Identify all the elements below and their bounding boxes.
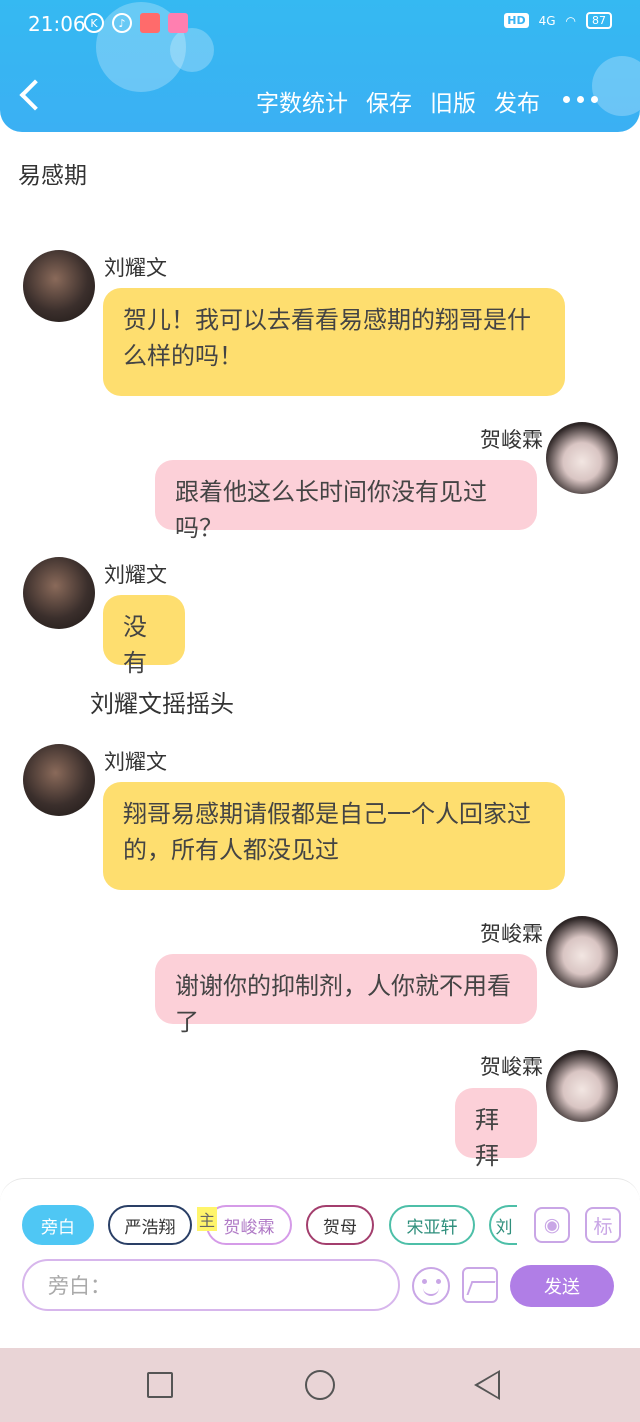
system-status: HD 4G ◠ 87 [504,12,612,29]
sender-name: 刘耀文 [104,256,167,280]
character-chip[interactable]: 严浩翔 [108,1205,192,1245]
publish-button[interactable]: 发布 [494,84,540,118]
recent-apps-icon[interactable] [147,1372,173,1398]
message-bubble[interactable]: 谢谢你的抑制剂，人你就不用看了 [155,954,537,1036]
narration-text[interactable]: 刘耀文摇摇头 [90,684,234,719]
sender-name: 贺峻霖 [480,428,543,452]
message-input[interactable]: 旁白： [22,1259,400,1311]
status-time: 21:06 [28,12,86,36]
notification-icons: K ♪ [84,13,188,33]
app-header: 21:06 K ♪ HD 4G ◠ 87 字数统计 保存 旧版 发布 [0,0,640,132]
word-count-button[interactable]: 字数统计 [256,84,348,118]
message-bubble[interactable]: 翔哥易感期请假都是自己一个人回家过的，所有人都没见过 [103,782,565,890]
music-icon: ♪ [112,13,132,33]
more-icon[interactable] [563,96,598,103]
avatar[interactable] [546,1050,618,1122]
network-label: 4G [538,13,556,28]
character-chip[interactable]: 宋亚轩 [389,1205,475,1245]
app-icon [140,13,160,33]
message-bubble[interactable]: 跟着他这么长时间你没有见过吗？ [155,460,537,542]
page-title: 易感期 [18,163,87,189]
nav-actions: 字数统计 保存 旧版 发布 [256,84,540,118]
send-button[interactable]: 发送 [510,1265,614,1307]
person-card-icon[interactable]: ◉ [534,1207,570,1243]
sender-name: 刘耀文 [104,563,167,587]
old-version-button[interactable]: 旧版 [430,84,476,118]
message-bubble[interactable]: 贺儿！我可以去看看易感期的翔哥是什么样的吗！ [103,288,565,396]
sender-name: 贺峻霖 [480,922,543,946]
back-icon[interactable] [19,79,51,111]
message-bubble[interactable]: 拜拜 [455,1088,537,1170]
wifi-icon: ◠ [565,13,576,28]
character-chip[interactable]: 贺峻霖 [206,1205,292,1245]
decorative-bubble [592,56,640,116]
save-button[interactable]: 保存 [366,84,412,118]
sender-name: 刘耀文 [104,750,167,774]
k-app-icon: K [84,13,104,33]
avatar[interactable] [23,250,95,322]
avatar[interactable] [546,916,618,988]
sender-name: 贺峻霖 [480,1055,543,1079]
image-icon[interactable] [462,1267,498,1303]
character-chip[interactable]: 贺母 [306,1205,374,1245]
character-chip-narrator[interactable]: 旁白 [22,1205,94,1245]
avatar[interactable] [546,422,618,494]
status-bar: 21:06 K ♪ HD 4G ◠ 87 [0,0,640,48]
hd-icon: HD [504,13,529,28]
home-icon[interactable] [305,1370,335,1400]
back-triangle-icon[interactable] [474,1370,500,1400]
avatar[interactable] [23,557,95,629]
avatar[interactable] [23,744,95,816]
emoji-icon[interactable] [412,1267,450,1305]
battery-icon: 87 [586,12,612,29]
message-bubble[interactable]: 没有 [103,595,185,677]
main-character-tag: 主 [197,1207,217,1231]
app-icon [168,13,188,33]
tag-button[interactable]: 标 [585,1207,621,1243]
